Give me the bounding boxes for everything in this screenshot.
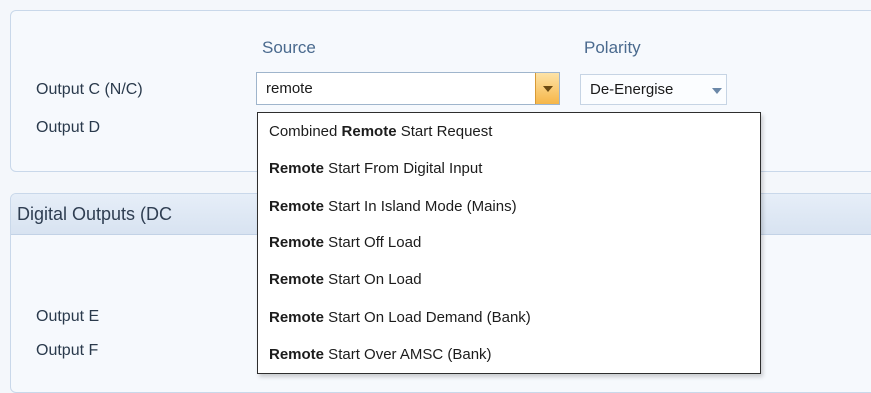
chevron-down-icon xyxy=(543,86,553,92)
dropdown-item[interactable]: Remote Start Over AMSC (Bank) xyxy=(269,343,492,367)
dropdown-item[interactable]: Remote Start Off Load xyxy=(269,231,421,255)
dropdown-item[interactable]: Remote Start In Island Mode (Mains) xyxy=(269,195,517,219)
polarity-select[interactable]: De-Energise xyxy=(580,74,727,105)
source-combobox[interactable] xyxy=(256,72,560,105)
dropdown-item[interactable]: Remote Start On Load xyxy=(269,268,422,292)
dropdown-item[interactable]: Combined Remote Start Request xyxy=(269,120,492,144)
source-suggestions-dropdown: Combined Remote Start Request Remote Sta… xyxy=(257,112,761,374)
source-column-header: Source xyxy=(262,38,316,57)
chevron-down-icon xyxy=(712,88,722,94)
source-dropdown-button[interactable] xyxy=(535,73,559,104)
output-e-label: Output E xyxy=(36,308,100,325)
polarity-value: De-Energise xyxy=(590,81,674,98)
source-input[interactable] xyxy=(257,73,527,104)
dropdown-item[interactable]: Remote Start From Digital Input xyxy=(269,157,482,181)
output-f-label: Output F xyxy=(36,342,99,359)
polarity-column-header: Polarity xyxy=(584,38,641,57)
dropdown-item[interactable]: Remote Start On Load Demand (Bank) xyxy=(269,306,531,330)
output-c-label: Output C (N/C) xyxy=(36,81,143,98)
output-d-label: Output D xyxy=(36,119,101,136)
